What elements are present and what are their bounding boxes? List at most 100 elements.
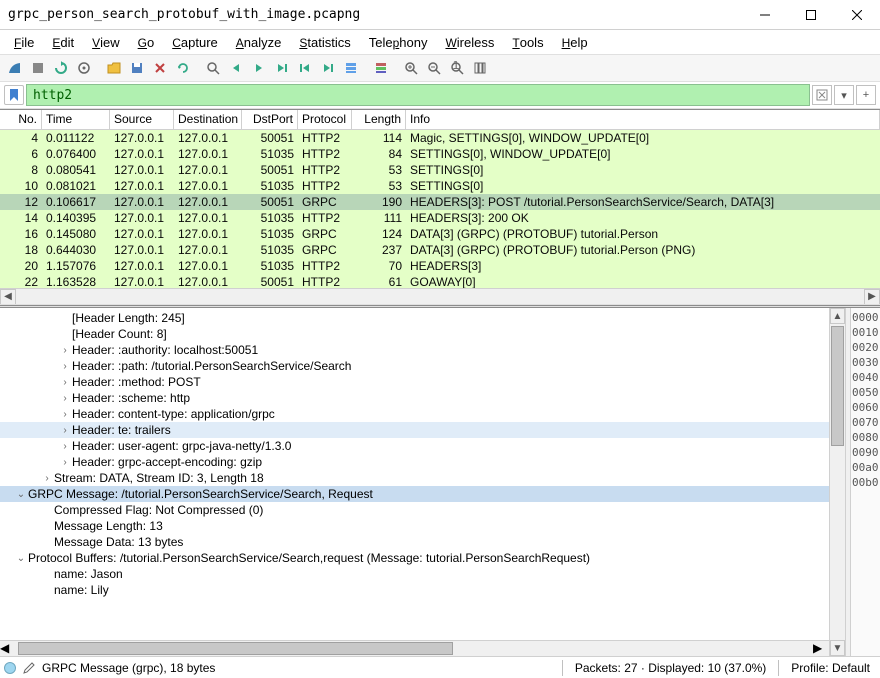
close-file-icon[interactable] [149, 57, 171, 79]
colorize-icon[interactable] [370, 57, 392, 79]
scrollbar-thumb[interactable] [831, 326, 844, 446]
tree-item[interactable]: ›Header: :path: /tutorial.PersonSearchSe… [0, 358, 829, 374]
tree-item[interactable]: ›Header: :scheme: http [0, 390, 829, 406]
expander-icon[interactable]: › [58, 409, 72, 420]
clear-filter-icon[interactable] [812, 85, 832, 105]
bytes-pane[interactable]: 0000 0010 0020 0030 0040 0050 0060 0070 … [850, 308, 880, 656]
expander-icon[interactable]: › [58, 441, 72, 452]
tree-item[interactable]: ⌄Protocol Buffers: /tutorial.PersonSearc… [0, 550, 829, 566]
first-icon[interactable] [294, 57, 316, 79]
stop-icon[interactable] [27, 57, 49, 79]
table-row[interactable]: 140.140395127.0.0.1127.0.0.151035HTTP211… [0, 210, 880, 226]
scroll-right-icon[interactable]: ▶ [813, 641, 829, 656]
tree-item[interactable]: [Header Length: 245] [0, 310, 829, 326]
tree-item[interactable]: Message Data: 13 bytes [0, 534, 829, 550]
table-row[interactable]: 201.157076127.0.0.1127.0.0.151035HTTP270… [0, 258, 880, 274]
restart-icon[interactable] [50, 57, 72, 79]
open-icon[interactable] [103, 57, 125, 79]
scroll-down-icon[interactable]: ▼ [830, 640, 845, 656]
menu-capture[interactable]: Capture [164, 32, 226, 53]
bookmark-icon[interactable] [4, 85, 24, 105]
col-info[interactable]: Info [406, 110, 880, 129]
detail-hscroll[interactable]: ◀ ▶ [0, 640, 829, 656]
expert-info-icon[interactable] [4, 662, 16, 674]
col-no[interactable]: No. [0, 110, 42, 129]
menu-go[interactable]: Go [130, 32, 163, 53]
next-icon[interactable] [248, 57, 270, 79]
table-row[interactable]: 120.106617127.0.0.1127.0.0.150051GRPC190… [0, 194, 880, 210]
shark-fin-icon[interactable] [4, 57, 26, 79]
zoom-in-icon[interactable] [400, 57, 422, 79]
menu-analyze[interactable]: Analyze [228, 32, 290, 53]
tree-item[interactable]: ›Header: :authority: localhost:50051 [0, 342, 829, 358]
expander-icon[interactable]: › [58, 425, 72, 436]
tree-item[interactable]: Message Length: 13 [0, 518, 829, 534]
menu-edit[interactable]: Edit [44, 32, 82, 53]
scroll-left-icon[interactable]: ◀ [0, 289, 16, 305]
table-row[interactable]: 60.076400127.0.0.1127.0.0.151035HTTP284S… [0, 146, 880, 162]
tree-item[interactable]: name: Lily [0, 582, 829, 598]
packet-details-tree[interactable]: [Header Length: 245][Header Count: 8]›He… [0, 308, 829, 640]
tree-item[interactable]: ›Header: user-agent: grpc-java-netty/1.3… [0, 438, 829, 454]
tree-item[interactable]: ›Stream: DATA, Stream ID: 3, Length 18 [0, 470, 829, 486]
menu-file[interactable]: File [6, 32, 42, 53]
reload-icon[interactable] [172, 57, 194, 79]
column-headers[interactable]: No. Time Source Destination DstPort Prot… [0, 110, 880, 130]
table-row[interactable]: 80.080541127.0.0.1127.0.0.150051HTTP253S… [0, 162, 880, 178]
table-row[interactable]: 40.011122127.0.0.1127.0.0.150051HTTP2114… [0, 130, 880, 146]
col-dest[interactable]: Destination [174, 110, 242, 129]
auto-scroll-icon[interactable] [340, 57, 362, 79]
col-source[interactable]: Source [110, 110, 174, 129]
col-dstport[interactable]: DstPort [242, 110, 298, 129]
scroll-left-icon[interactable]: ◀ [0, 641, 16, 656]
zoom-out-icon[interactable] [423, 57, 445, 79]
minimize-button[interactable] [742, 0, 788, 30]
goto-icon[interactable] [271, 57, 293, 79]
close-button[interactable] [834, 0, 880, 30]
scroll-up-icon[interactable]: ▲ [830, 308, 845, 324]
last-icon[interactable] [317, 57, 339, 79]
menu-telephony[interactable]: Telephony [361, 32, 436, 53]
tree-item[interactable]: [Header Count: 8] [0, 326, 829, 342]
col-proto[interactable]: Protocol [298, 110, 352, 129]
menu-view[interactable]: View [84, 32, 128, 53]
expander-icon[interactable]: › [58, 377, 72, 388]
menu-wireless[interactable]: Wireless [437, 32, 502, 53]
tree-item[interactable]: ›Header: grpc-accept-encoding: gzip [0, 454, 829, 470]
expander-icon[interactable]: › [40, 473, 54, 484]
packet-rows[interactable]: 40.011122127.0.0.1127.0.0.150051HTTP2114… [0, 130, 880, 288]
col-len[interactable]: Length [352, 110, 406, 129]
options-icon[interactable] [73, 57, 95, 79]
status-profile[interactable]: Profile: Default [785, 661, 876, 675]
prev-icon[interactable] [225, 57, 247, 79]
table-row[interactable]: 180.644030127.0.0.1127.0.0.151035GRPC237… [0, 242, 880, 258]
table-row[interactable]: 160.145080127.0.0.1127.0.0.151035GRPC124… [0, 226, 880, 242]
expander-icon[interactable]: ⌄ [14, 553, 28, 564]
expander-icon[interactable]: › [58, 457, 72, 468]
filter-expression-icon[interactable]: ▾ [834, 85, 854, 105]
expander-icon[interactable]: ⌄ [14, 489, 28, 500]
tree-item[interactable]: ›Header: content-type: application/grpc [0, 406, 829, 422]
save-icon[interactable] [126, 57, 148, 79]
menu-tools[interactable]: Tools [504, 32, 551, 53]
tree-item[interactable]: ›Header: te: trailers [0, 422, 829, 438]
resize-cols-icon[interactable] [469, 57, 491, 79]
display-filter-input[interactable] [26, 84, 810, 106]
menu-help[interactable]: Help [554, 32, 596, 53]
tree-item[interactable]: name: Jason [0, 566, 829, 582]
col-time[interactable]: Time [42, 110, 110, 129]
edit-icon[interactable] [22, 661, 36, 675]
horizontal-scrollbar[interactable]: ◀ ▶ [0, 288, 880, 304]
expander-icon[interactable]: › [58, 361, 72, 372]
expander-icon[interactable]: › [58, 393, 72, 404]
table-row[interactable]: 221.163528127.0.0.1127.0.0.150051HTTP261… [0, 274, 880, 288]
tree-item[interactable]: ⌄GRPC Message: /tutorial.PersonSearchSer… [0, 486, 829, 502]
vertical-scrollbar[interactable]: ▲ ▼ [829, 308, 845, 656]
maximize-button[interactable] [788, 0, 834, 30]
filter-add-icon[interactable]: + [856, 85, 876, 105]
find-icon[interactable] [202, 57, 224, 79]
zoom-reset-icon[interactable]: 1 [446, 57, 468, 79]
menu-statistics[interactable]: Statistics [291, 32, 358, 53]
table-row[interactable]: 100.081021127.0.0.1127.0.0.151035HTTP253… [0, 178, 880, 194]
expander-icon[interactable]: › [58, 345, 72, 356]
